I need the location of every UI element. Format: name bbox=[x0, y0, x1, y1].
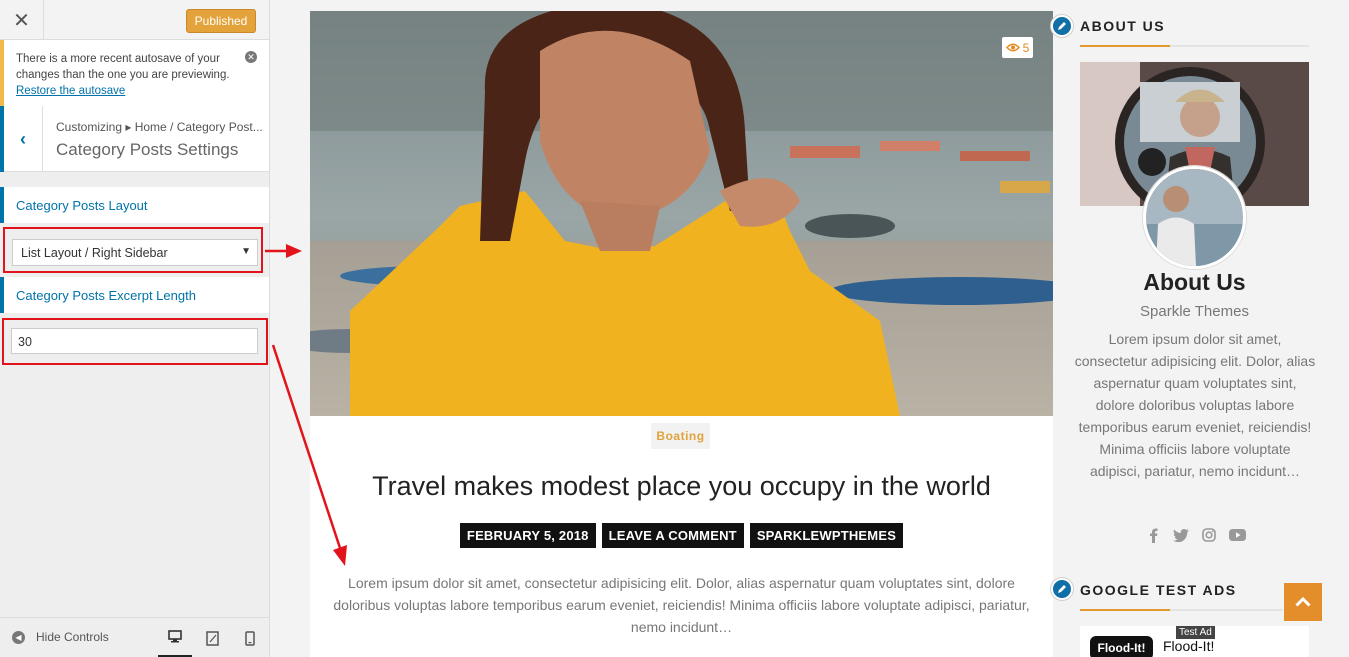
social-links bbox=[1144, 526, 1246, 544]
mobile-preview-button[interactable] bbox=[233, 618, 267, 657]
customizer-panel: ✕ Published There is a more recent autos… bbox=[0, 0, 270, 657]
tablet-icon bbox=[205, 630, 219, 646]
ad-app-name: Flood-It! bbox=[1163, 638, 1215, 654]
close-customizer-button[interactable]: ✕ bbox=[0, 0, 44, 40]
highlight-box-excerpt bbox=[2, 318, 268, 365]
twitter-icon[interactable] bbox=[1172, 526, 1190, 544]
section-header: ‹ Customizing ▸ Home / Category Post... … bbox=[0, 106, 269, 172]
about-subtitle: Sparkle Themes bbox=[1140, 303, 1249, 320]
autosave-notice: There is a more recent autosave of your … bbox=[0, 40, 269, 106]
post-excerpt: Lorem ipsum dolor sit amet, consectetur … bbox=[333, 575, 1030, 635]
featured-photo bbox=[310, 11, 1053, 416]
highlight-box-layout bbox=[3, 227, 263, 273]
post-author[interactable]: SPARKLEWPTHEMES bbox=[749, 523, 904, 548]
ads-widget-title: GOOGLE TEST ADS bbox=[1080, 582, 1237, 598]
pencil-icon bbox=[1051, 578, 1073, 600]
post-card: 5 Boating Travel makes modest place you … bbox=[310, 11, 1053, 657]
view-count-badge: 5 bbox=[1002, 37, 1033, 58]
post-title[interactable]: Travel makes modest place you occupy in … bbox=[310, 471, 1053, 502]
post-featured-image[interactable]: 5 bbox=[310, 11, 1053, 416]
restore-autosave-link[interactable]: Restore the autosave bbox=[16, 85, 125, 97]
tablet-preview-button[interactable] bbox=[195, 618, 229, 657]
category-posts-layout-label: Category Posts Layout bbox=[0, 187, 269, 223]
mobile-icon bbox=[245, 630, 255, 646]
pencil-icon bbox=[1051, 15, 1073, 37]
post-meta: FEBRUARY 5, 2018 LEAVE A COMMENT SPARKLE… bbox=[310, 523, 1053, 548]
about-name: About Us bbox=[1143, 269, 1246, 295]
about-widget-title: ABOUT US bbox=[1080, 18, 1166, 34]
view-count: 5 bbox=[1022, 40, 1030, 55]
youtube-icon[interactable] bbox=[1228, 526, 1246, 544]
customizer-footer: ◀ Hide Controls bbox=[0, 617, 269, 657]
site-preview: 5 Boating Travel makes modest place you … bbox=[270, 0, 1349, 657]
ads-widget-underline bbox=[1080, 609, 1283, 611]
dismiss-notice-icon[interactable]: ✕ bbox=[245, 51, 257, 63]
chevron-up-icon bbox=[1295, 597, 1311, 607]
section-title: Category Posts Settings bbox=[56, 140, 239, 159]
customizer-header: ✕ Published bbox=[0, 0, 269, 40]
close-icon: ✕ bbox=[13, 9, 30, 32]
breadcrumb: Customizing ▸ Home / Category Post... bbox=[56, 120, 263, 134]
about-text: Lorem ipsum dolor sit amet, consectetur … bbox=[1074, 331, 1316, 479]
autosave-notice-text: There is a more recent autosave of your … bbox=[16, 53, 230, 81]
leave-comment-link[interactable]: LEAVE A COMMENT bbox=[601, 523, 744, 548]
scroll-to-top-button[interactable] bbox=[1284, 583, 1322, 621]
test-ad-unit[interactable]: Flood-It! Test Ad Flood-It! bbox=[1080, 626, 1309, 657]
category-posts-excerpt-label: Category Posts Excerpt Length bbox=[0, 277, 269, 313]
chevron-left-icon: ‹ bbox=[20, 128, 26, 149]
hide-controls-label: Hide Controls bbox=[36, 630, 109, 644]
post-category-tag[interactable]: Boating bbox=[651, 423, 710, 449]
facebook-icon[interactable] bbox=[1144, 526, 1162, 544]
hide-controls-button[interactable]: ◀ Hide Controls bbox=[12, 630, 109, 644]
published-button[interactable]: Published bbox=[186, 9, 256, 33]
desktop-icon bbox=[168, 630, 182, 643]
post-date[interactable]: FEBRUARY 5, 2018 bbox=[459, 523, 596, 548]
about-avatar bbox=[1143, 166, 1246, 269]
collapse-icon: ◀ bbox=[12, 630, 25, 644]
avatar-photo bbox=[1146, 169, 1243, 266]
back-button[interactable]: ‹ bbox=[0, 106, 43, 172]
instagram-icon[interactable] bbox=[1200, 526, 1218, 544]
about-widget-underline bbox=[1080, 45, 1309, 47]
desktop-preview-button[interactable] bbox=[158, 618, 192, 657]
flood-it-logo: Flood-It! bbox=[1090, 636, 1153, 657]
eye-icon bbox=[1005, 43, 1020, 52]
